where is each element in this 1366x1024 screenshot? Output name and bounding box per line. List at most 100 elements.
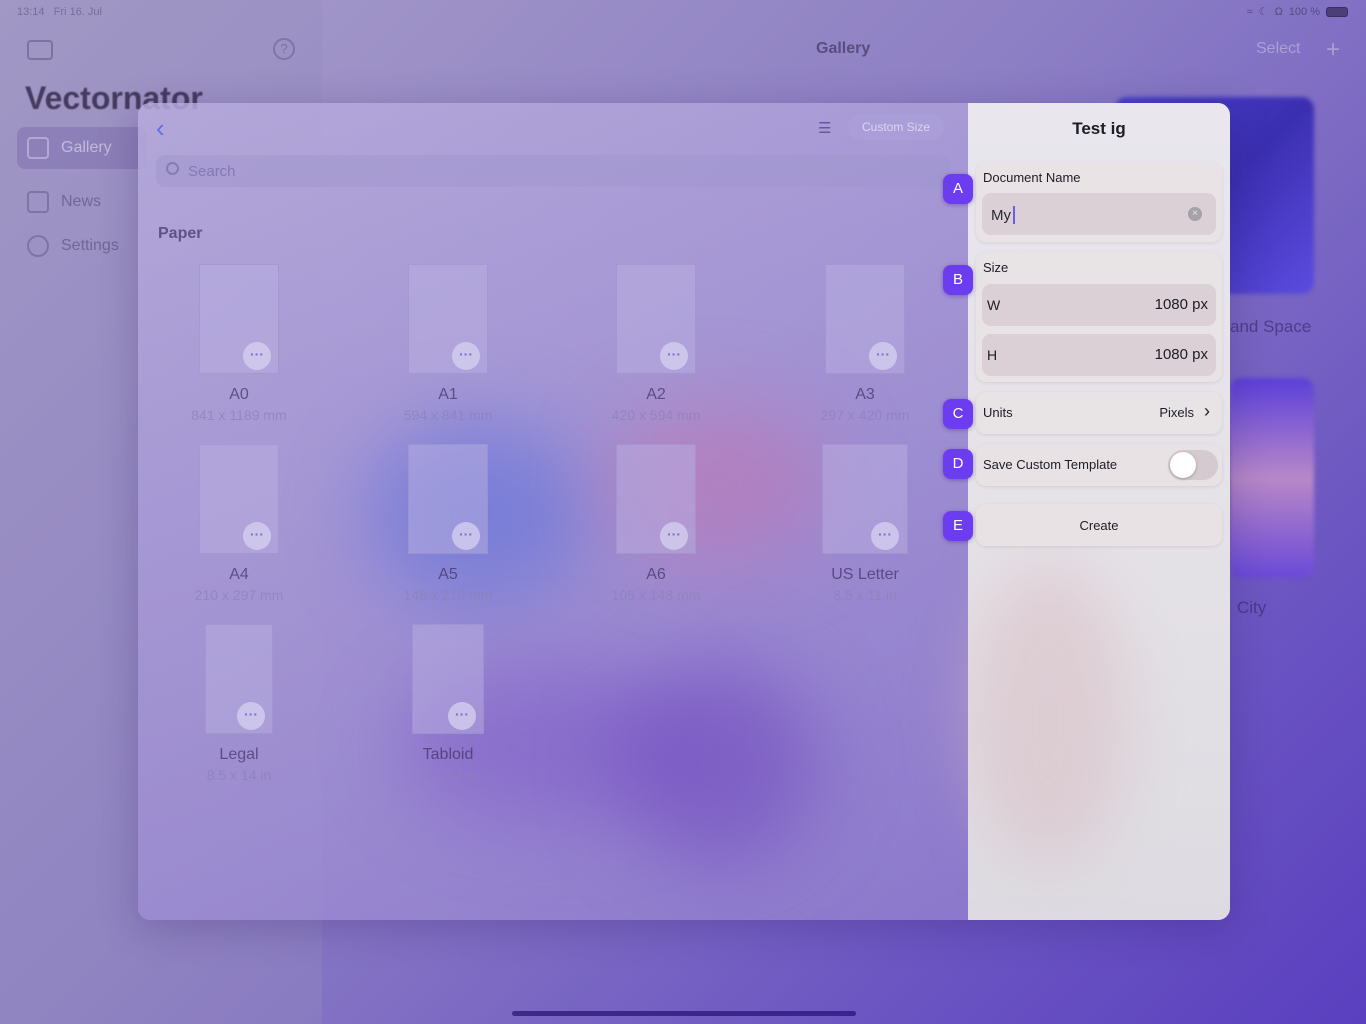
artwork-label: and Space bbox=[1230, 317, 1312, 336]
template-a3[interactable]: ··· A3 297 x 420 mm bbox=[775, 264, 955, 434]
create-label: Create bbox=[1079, 518, 1119, 533]
artwork-thumbnail[interactable] bbox=[1230, 378, 1314, 578]
template-dims: 594 x 841 mm bbox=[403, 407, 493, 423]
template-a1[interactable]: ··· A1 594 x 841 mm bbox=[358, 264, 538, 434]
marker-d: D bbox=[943, 449, 973, 479]
template-a6[interactable]: ··· A6 105 x 148 mm bbox=[566, 444, 746, 614]
template-dims: 297 x 420 mm bbox=[820, 407, 910, 423]
units-label: Units bbox=[983, 405, 1013, 420]
template-dims: 420 x 594 mm bbox=[611, 407, 701, 423]
template-name: Tabloid bbox=[422, 746, 474, 763]
marker-a: A bbox=[943, 174, 973, 204]
template-name: A1 bbox=[438, 386, 458, 403]
search-icon bbox=[166, 162, 179, 175]
height-field[interactable]: H 1080 px bbox=[982, 334, 1216, 376]
template-legal[interactable]: ··· Legal 8.5 x 14 in bbox=[149, 624, 329, 794]
template-dims: 8.5 x 14 in bbox=[206, 767, 272, 783]
template-us-letter[interactable]: ··· US Letter 8.5 x 11 in bbox=[775, 444, 955, 614]
more-icon[interactable]: ··· bbox=[243, 342, 271, 370]
more-icon[interactable]: ··· bbox=[869, 342, 897, 370]
template-tabloid[interactable]: ··· Tabloid 11 x 17 in bbox=[358, 624, 538, 794]
sidebar-item-label: Settings bbox=[61, 237, 119, 254]
more-icon[interactable]: ··· bbox=[660, 342, 688, 370]
width-label: W bbox=[987, 297, 1001, 313]
document-name-field[interactable]: My × bbox=[982, 193, 1216, 235]
template-a4[interactable]: ··· A4 210 x 297 mm bbox=[149, 444, 329, 614]
template-browser: ‹ ☰ Custom Size Search Paper ··· A0 841 … bbox=[138, 103, 968, 920]
width-value: 1080 px bbox=[1154, 296, 1208, 313]
chevron-right-icon: › bbox=[1204, 401, 1210, 421]
battery-percent: 100 % bbox=[1288, 5, 1320, 18]
more-icon[interactable]: ··· bbox=[448, 702, 476, 730]
sidebar-item-news[interactable]: News bbox=[17, 181, 147, 223]
template-name: A0 bbox=[229, 386, 249, 403]
template-name: US Letter bbox=[831, 566, 899, 583]
artwork-label: City bbox=[1237, 598, 1267, 617]
custom-size-button[interactable]: Custom Size bbox=[848, 114, 944, 140]
new-document-sheet: ‹ ☰ Custom Size Search Paper ··· A0 841 … bbox=[138, 103, 1230, 920]
template-name: A4 bbox=[229, 566, 249, 583]
moon-icon: ☾ bbox=[1258, 6, 1269, 18]
size-label: Size bbox=[983, 260, 1009, 275]
save-template-label: Save Custom Template bbox=[983, 457, 1118, 472]
template-name: A6 bbox=[646, 566, 666, 583]
create-button[interactable]: Create bbox=[976, 504, 1222, 546]
home-indicator bbox=[512, 1011, 856, 1016]
template-name: A3 bbox=[855, 386, 875, 403]
help-icon[interactable]: ? bbox=[273, 38, 295, 60]
save-template-toggle[interactable] bbox=[1168, 450, 1218, 480]
document-name-card: Document Name My × bbox=[976, 162, 1222, 242]
more-icon[interactable]: ··· bbox=[660, 522, 688, 550]
page-title: Gallery bbox=[816, 40, 871, 57]
list-icon[interactable]: ☰ bbox=[818, 119, 831, 137]
section-title: Paper bbox=[158, 225, 203, 242]
template-a2[interactable]: ··· A2 420 x 594 mm bbox=[566, 264, 746, 434]
back-button[interactable]: ‹ bbox=[156, 115, 165, 141]
sidebar-item-gallery[interactable]: Gallery bbox=[17, 127, 147, 169]
more-icon[interactable]: ··· bbox=[871, 522, 899, 550]
select-button[interactable]: Select bbox=[1256, 40, 1300, 58]
template-dims: 105 x 148 mm bbox=[611, 587, 701, 603]
template-a5[interactable]: ··· A5 148 x 210 mm bbox=[358, 444, 538, 614]
search-input[interactable]: Search bbox=[156, 155, 950, 187]
headphones-icon: Ω bbox=[1274, 5, 1283, 18]
template-dims: 11 x 17 in bbox=[418, 767, 478, 783]
units-value: Pixels bbox=[1159, 405, 1194, 420]
text-cursor bbox=[1013, 206, 1015, 224]
sidebar-item-label: News bbox=[61, 193, 102, 210]
sidebar-item-settings[interactable]: Settings bbox=[17, 225, 147, 267]
save-template-row: Save Custom Template bbox=[976, 444, 1222, 486]
marker-b: B bbox=[943, 265, 973, 295]
template-dims: 841 x 1189 mm bbox=[191, 407, 287, 423]
size-card: Size W 1080 px H 1080 px bbox=[976, 252, 1222, 382]
units-row[interactable]: Units Pixels › bbox=[976, 392, 1222, 434]
newspaper-icon bbox=[27, 191, 49, 213]
template-dims: 8.5 x 11 in bbox=[833, 587, 897, 603]
sidebar-item-label: Gallery bbox=[61, 139, 112, 156]
document-name-value: My bbox=[991, 207, 1011, 224]
battery-icon bbox=[1326, 6, 1348, 17]
more-icon[interactable]: ··· bbox=[237, 702, 265, 730]
more-icon[interactable]: ··· bbox=[243, 522, 271, 550]
document-settings-panel: Test ig Document Name My × Size W 1080 p… bbox=[968, 103, 1230, 920]
more-icon[interactable]: ··· bbox=[452, 522, 480, 550]
clear-icon[interactable]: × bbox=[1188, 207, 1202, 221]
plus-icon[interactable]: + bbox=[1326, 36, 1340, 64]
grid-icon bbox=[27, 137, 49, 159]
height-value: 1080 px bbox=[1154, 346, 1208, 363]
width-field[interactable]: W 1080 px bbox=[982, 284, 1216, 326]
toggle-knob bbox=[1170, 452, 1196, 478]
panel-title: Test ig bbox=[1072, 119, 1126, 138]
search-placeholder: Search bbox=[188, 163, 236, 180]
more-icon[interactable]: ··· bbox=[452, 342, 480, 370]
marker-e: E bbox=[943, 511, 973, 541]
template-a0[interactable]: ··· A0 841 x 1189 mm bbox=[149, 264, 329, 434]
template-name: A2 bbox=[646, 386, 666, 403]
template-name: Legal bbox=[219, 746, 259, 763]
sidebar-toggle-icon[interactable] bbox=[27, 40, 53, 60]
marker-c: C bbox=[943, 399, 973, 429]
document-name-label: Document Name bbox=[983, 170, 1081, 185]
template-name: A5 bbox=[438, 566, 458, 583]
height-label: H bbox=[987, 347, 998, 363]
template-dims: 210 x 297 mm bbox=[194, 587, 284, 603]
